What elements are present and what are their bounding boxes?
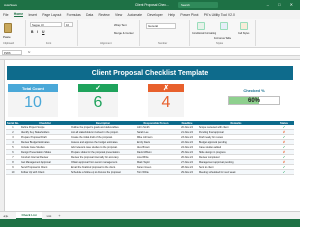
tab-utility-tool[interactable]: PK's Utility Tool V2.0: [204, 13, 235, 17]
tab-data[interactable]: Data: [86, 13, 93, 17]
clipboard-group-label: Clipboard: [3, 42, 15, 45]
checked-percent-card: Checked % 60%: [220, 84, 288, 117]
tab-power-pivot[interactable]: Power Pivot: [180, 13, 198, 17]
font-group-label: Font: [46, 42, 52, 45]
pending-count-card: ✗ 4: [148, 84, 184, 117]
paste-icon[interactable]: [4, 23, 12, 33]
table-cell[interactable]: Follow Up with Client: [20, 169, 70, 176]
done-count-value: 6: [93, 94, 103, 111]
merge-center-button[interactable]: Merge & Center: [114, 31, 134, 35]
table-cell[interactable]: 10: [6, 169, 20, 176]
window-controls[interactable]: – □ ✕: [267, 2, 297, 7]
sheet-nav-arrows[interactable]: ◀ ▶: [3, 214, 8, 218]
sheet-tab-list[interactable]: List: [42, 214, 57, 218]
tab-view[interactable]: View: [115, 13, 122, 17]
row-headers: [0, 60, 5, 211]
font-size-select[interactable]: 10: [64, 22, 73, 27]
header-serial[interactable]: Serial No.: [6, 121, 20, 125]
table-cell[interactable]: Meeting scheduled for next week: [198, 169, 274, 176]
formula-bar: P206 fx: [0, 49, 300, 56]
italic-button[interactable]: I: [37, 30, 38, 34]
table-cell[interactable]: Tom White: [136, 169, 176, 176]
format-table-icon[interactable]: [220, 22, 228, 30]
ribbon-tabs: File Home Insert Page Layout Formulas Da…: [0, 10, 300, 19]
title-bar: AutoSave Client Proposal Chec... Search …: [0, 0, 300, 10]
table-cell[interactable]: 29-Nov-24: [176, 169, 198, 176]
status-cell[interactable]: ✓: [274, 169, 294, 176]
document-title: Client Proposal Chec...: [135, 3, 169, 7]
wrap-text-button[interactable]: Wrap Text: [114, 23, 127, 27]
paste-button[interactable]: Paste: [3, 35, 11, 39]
search-box[interactable]: Search: [178, 2, 218, 8]
tab-home[interactable]: Home: [13, 12, 24, 17]
status-bar: [0, 219, 300, 227]
total-count-label: Total Count: [8, 84, 58, 92]
pending-count-value: 4: [161, 94, 171, 111]
cell-styles-icon[interactable]: [240, 22, 248, 30]
conditional-formatting-icon[interactable]: [197, 22, 205, 30]
sheet-title-banner: Client Proposal Checklist Template: [7, 66, 293, 80]
total-count-card: Total Count 10: [8, 84, 58, 117]
tab-page-layout[interactable]: Page Layout: [42, 13, 61, 17]
clipboard-group: Paste Clipboard: [0, 20, 26, 46]
tab-automate[interactable]: Automate: [128, 13, 143, 17]
checked-percent-value: 60%: [247, 98, 260, 104]
tab-formulas[interactable]: Formulas: [67, 13, 81, 17]
checklist-table: Serial No. Checklist Description Respons…: [6, 121, 294, 176]
underline-button[interactable]: U: [42, 30, 44, 34]
autosave-toggle[interactable]: AutoSave: [4, 3, 17, 7]
done-count-card: ✓ 6: [78, 84, 118, 117]
fx-icon[interactable]: fx: [28, 50, 30, 54]
add-sheet-button[interactable]: +: [58, 213, 60, 218]
styles-group-label: Styles: [216, 42, 224, 45]
cross-icon: ✗: [148, 84, 184, 92]
tab-insert[interactable]: Insert: [28, 13, 36, 17]
worksheet: Client Proposal Checklist Template Total…: [0, 60, 300, 211]
name-box[interactable]: P206: [2, 50, 22, 55]
alignment-group-label: Alignment: [100, 42, 112, 45]
tab-review[interactable]: Review: [99, 13, 110, 17]
format-as-table-button[interactable]: Format as Table: [214, 37, 231, 40]
tab-help[interactable]: Help: [168, 13, 175, 17]
ribbon: Paste Clipboard Font Segoe UI 10 B I U A…: [0, 19, 300, 48]
conditional-formatting-button[interactable]: Conditional Formatting: [192, 32, 216, 35]
check-icon: ✓: [78, 84, 118, 92]
total-count-value: 10: [24, 94, 42, 111]
table-row: 10 Follow Up with Client Schedule a follow…: [6, 169, 294, 176]
font-name-select[interactable]: Segoe UI: [30, 22, 62, 27]
bold-button[interactable]: B: [31, 30, 33, 34]
checked-progress-bar: 60%: [228, 96, 280, 105]
table-cell[interactable]: Schedule a follow-up to discuss the prop…: [70, 169, 136, 176]
sheet-tab-check-list[interactable]: Check List: [16, 212, 42, 219]
tab-file[interactable]: File: [3, 13, 8, 17]
number-group-label: Number: [158, 42, 168, 45]
tab-developer[interactable]: Developer: [147, 13, 162, 17]
sheet-tabs: ◀ ▶ Check List List +: [0, 211, 300, 219]
cell-styles-button[interactable]: Cell Styles: [238, 32, 249, 35]
number-format-select[interactable]: General: [146, 23, 176, 29]
checked-percent-label: Checked %: [243, 88, 265, 93]
